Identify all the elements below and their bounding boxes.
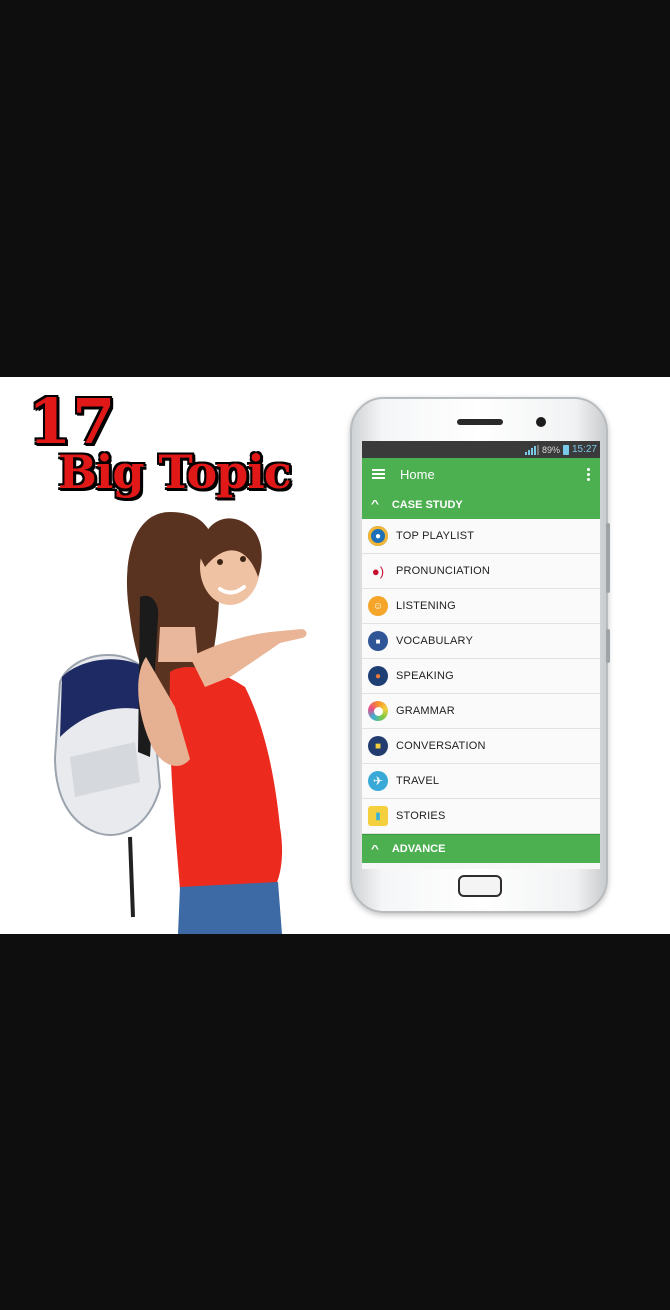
playlist-icon: ● [368,526,388,546]
list-item-stories[interactable]: ▮ STORIES [362,799,600,834]
list-item-label: CONVERSATION [396,740,486,752]
phone-screen: 89% 15:27 Home ^ CASE STUDY ● TOP PLAYLI… [362,441,600,869]
book-icon: ▮ [368,806,388,826]
list-item-pronunciation[interactable]: ●) PRONUNCIATION [362,554,600,589]
section-header-case-study[interactable]: ^ CASE STUDY [362,490,600,519]
section-title: ADVANCE [391,843,446,855]
front-camera [536,417,546,427]
list-item-label: SPEAKING [396,670,454,682]
status-bar: 89% 15:27 [362,441,600,458]
conversation-icon: ■ [368,736,388,756]
app-bar: Home [362,458,600,490]
earpiece-speaker [457,419,503,425]
chevron-up-icon: ^ [370,843,380,855]
speaking-bubbles-icon: ● [368,666,388,686]
list-item-label: TOP PLAYLIST [396,530,475,542]
section-title: CASE STUDY [391,498,463,511]
headphones-icon: ☺ [368,596,388,616]
app-title: Home [400,466,435,482]
promo-banner: 17 Big Topic 89% 15:27 Home ^ CASE STUDY… [0,377,670,934]
list-item-label: LISTENING [396,600,456,612]
headline-text: Big Topic [58,445,292,499]
more-options-icon[interactable] [585,467,592,481]
grammar-ring-icon [368,701,388,721]
menu-icon[interactable] [372,469,385,479]
smartphone-mockup: 89% 15:27 Home ^ CASE STUDY ● TOP PLAYLI… [350,397,610,913]
list-item-label: PRONUNCIATION [396,565,491,577]
vocabulary-blocks-icon: ■ [368,631,388,651]
airplane-icon: ✈ [368,771,388,791]
list-item-speaking[interactable]: ● SPEAKING [362,659,600,694]
battery-icon [562,444,569,455]
volume-button [606,523,610,593]
list-item-grammar[interactable]: GRAMMAR [362,694,600,729]
list-item-travel[interactable]: ✈ TRAVEL [362,764,600,799]
status-time: 15:27 [571,444,597,455]
list-item-listening[interactable]: ☺ LISTENING [362,589,600,624]
home-button [458,875,502,897]
list-item-conversation[interactable]: ■ CONVERSATION [362,729,600,764]
section-header-advance[interactable]: ^ ADVANCE [362,834,600,863]
list-item-label: VOCABULARY [396,635,473,647]
power-button [606,629,610,663]
chevron-up-icon: ^ [370,499,380,510]
list-item-vocabulary[interactable]: ■ VOCABULARY [362,624,600,659]
topic-list: ● TOP PLAYLIST ●) PRONUNCIATION ☺ LISTEN… [362,519,600,834]
signal-icon [524,444,539,455]
student-illustration [53,512,307,934]
battery-percent: 89% [541,444,560,455]
list-item-label: STORIES [396,810,446,822]
list-item-top-playlist[interactable]: ● TOP PLAYLIST [362,519,600,554]
list-item-label: GRAMMAR [396,705,455,717]
pronunciation-icon: ●) [371,563,385,579]
list-item-label: TRAVEL [396,775,440,787]
